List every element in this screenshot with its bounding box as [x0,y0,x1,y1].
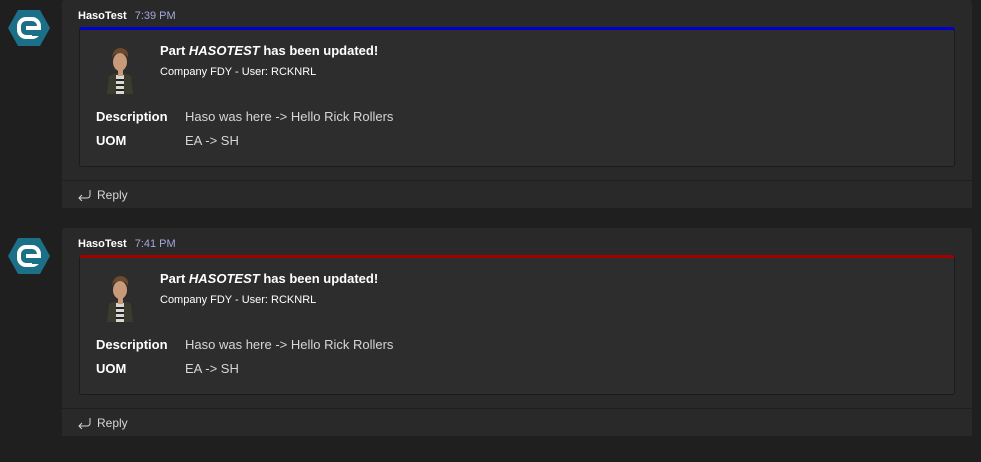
adaptive-card: Part HASOTEST has been updated! Company … [79,27,955,167]
hexagon-e-logo-icon [8,238,50,274]
app-avatar[interactable] [8,237,50,275]
adaptive-card: Part HASOTEST has been updated! Company … [79,255,955,395]
sender-name[interactable]: HasoTest [78,10,127,22]
user-photo [99,270,141,322]
person-photo-icon [99,270,141,322]
message-header: HasoTest 7:41 PM [78,238,176,250]
timestamp[interactable]: 7:41 PM [135,238,176,250]
card-title-suffix: has been updated! [259,43,379,58]
hexagon-e-logo-icon [8,10,50,46]
reply-arrow-icon [78,190,91,201]
fact-value-description: Haso was here -> Hello Rick Rollers [185,109,394,124]
message-header: HasoTest 7:39 PM [78,10,176,22]
card-title: Part HASOTEST has been updated! [160,271,378,286]
fact-value-uom: EA -> SH [185,133,239,148]
person-photo-icon [99,42,141,94]
reply-arrow-icon [78,418,91,429]
user-photo [99,42,141,94]
fact-key-description: Description [96,109,168,124]
fact-value-uom: EA -> SH [185,361,239,376]
timestamp[interactable]: 7:39 PM [135,10,176,22]
card-title-prefix: Part [160,271,189,286]
card-title-part: HASOTEST [188,271,260,286]
fact-key-uom: UOM [96,361,127,376]
sender-name[interactable]: HasoTest [78,238,127,250]
reply-button[interactable]: Reply [77,416,128,430]
reply-label: Reply [97,416,128,430]
reply-bar: Reply [62,180,972,208]
card-subtitle: Company FDY - User: RCKNRL [160,294,317,306]
card-title-part: HASOTEST [188,43,260,58]
app-avatar[interactable] [8,9,50,47]
card-subtitle: Company FDY - User: RCKNRL [160,66,317,78]
card-title: Part HASOTEST has been updated! [160,43,378,58]
message-1: HasoTest 7:39 PM Part HASOTEST has been u… [62,0,972,208]
reply-button[interactable]: Reply [77,188,128,202]
fact-key-uom: UOM [96,133,127,148]
reply-bar: Reply [62,408,972,436]
fact-key-description: Description [96,337,168,352]
fact-value-description: Haso was here -> Hello Rick Rollers [185,337,394,352]
message-2: HasoTest 7:41 PM Part HASOTEST has been u… [62,228,972,436]
message-feed: HasoTest 7:39 PM Part HASOTEST has been u… [0,0,981,462]
reply-label: Reply [97,188,128,202]
card-title-prefix: Part [160,43,189,58]
card-title-suffix: has been updated! [259,271,379,286]
